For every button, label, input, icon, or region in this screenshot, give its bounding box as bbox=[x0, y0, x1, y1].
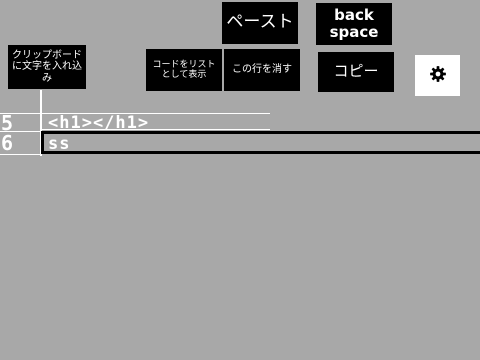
show-code-as-list-label: コードをリスト として表示 bbox=[152, 59, 216, 80]
gear-icon bbox=[429, 65, 447, 87]
settings-button[interactable] bbox=[415, 55, 460, 96]
delete-line-label: この行を消す bbox=[232, 64, 292, 76]
code-line[interactable]: ss bbox=[48, 135, 70, 153]
show-code-as-list-button[interactable]: コードをリスト として表示 bbox=[146, 49, 222, 91]
backspace-label: back space bbox=[329, 5, 379, 41]
line-number: 6 bbox=[1, 131, 14, 155]
backspace-button[interactable]: back space bbox=[316, 3, 392, 45]
copy-button[interactable]: コピー bbox=[318, 52, 394, 92]
line-number: 5 bbox=[1, 111, 14, 135]
paste-label: ペースト bbox=[226, 12, 294, 33]
paste-button[interactable]: ペースト bbox=[222, 2, 298, 44]
copy-label: コピー bbox=[333, 62, 379, 81]
import-clipboard-button[interactable]: クリップボード に文字を入れ込み bbox=[8, 45, 86, 89]
active-line-highlight bbox=[41, 131, 480, 154]
delete-line-button[interactable]: この行を消す bbox=[224, 49, 300, 91]
import-clipboard-label: クリップボード に文字を入れ込み bbox=[12, 49, 82, 84]
code-line[interactable]: <h1></h1> bbox=[48, 114, 149, 132]
